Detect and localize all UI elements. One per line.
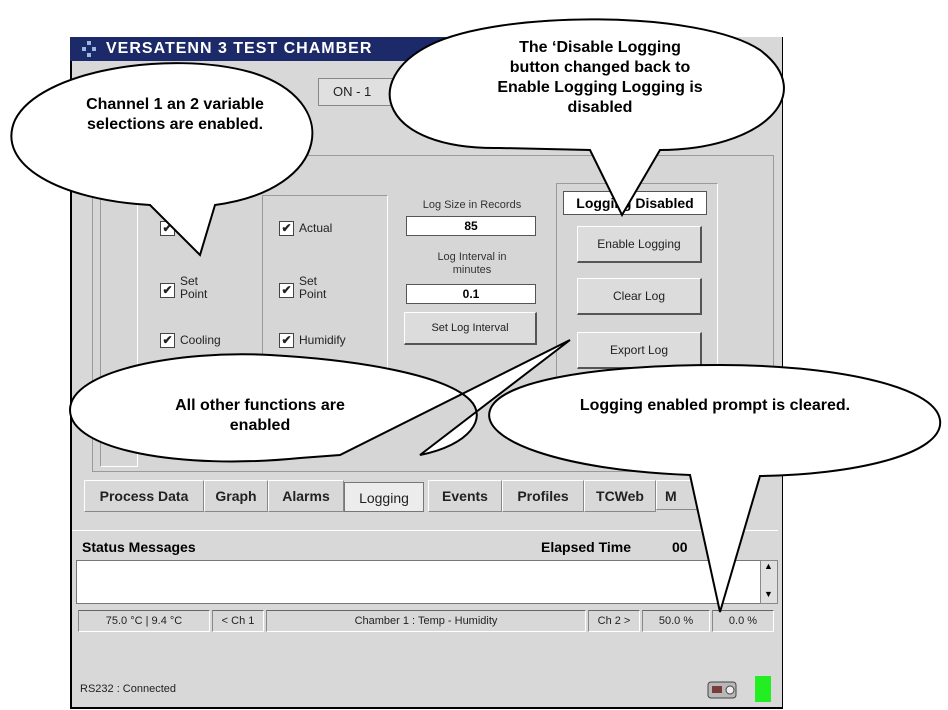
status-messages-label: Status Messages	[82, 539, 196, 555]
temperature-readout: 75.0 °C | 9.4 °C	[78, 610, 210, 632]
callout-3-text: All other functions are enabled	[175, 397, 345, 434]
ch1-button[interactable]: < Ch 1	[212, 610, 264, 632]
elapsed-time-value: 00	[672, 539, 688, 555]
app-icon	[82, 41, 96, 57]
ch1-set-point-label: Set Point	[180, 274, 208, 301]
scroll-up-icon[interactable]: ▲	[764, 561, 773, 571]
percent-readout-1: 50.0 %	[642, 610, 710, 632]
checkmark-icon: ✔	[160, 221, 175, 236]
ch1-cooling-label: Cooling	[180, 333, 221, 347]
tab-graph[interactable]: Graph	[204, 480, 268, 512]
tab-profiles[interactable]: Profiles	[502, 480, 584, 512]
ch2-actual-label: Actual	[299, 221, 333, 235]
power-on-label: ON - 1	[333, 84, 372, 99]
checkmark-icon: ✔	[279, 333, 294, 348]
connection-led	[755, 676, 771, 702]
connection-status: RS232 : Connected	[80, 683, 177, 695]
enable-logging-button[interactable]: Enable Logging	[577, 226, 702, 263]
callout-1-text: Channel 1 an 2 variable selections are e…	[86, 96, 264, 133]
percent-readout-2: 0.0 %	[712, 610, 774, 632]
tab-logging[interactable]: Logging	[344, 482, 424, 512]
tab-bar: Process Data Graph Alarms Logging Events…	[78, 478, 768, 514]
checkmark-icon: ✔	[160, 333, 175, 348]
log-size-field[interactable]: 85	[406, 216, 536, 236]
checkmark-icon: ✔	[279, 221, 294, 236]
scroll-down-icon[interactable]: ▼	[764, 589, 773, 599]
tab-tcweb[interactable]: TCWeb	[584, 480, 656, 512]
callout-2-text: The ‘Disable Logging button changed back…	[497, 39, 703, 116]
left-group	[100, 165, 138, 467]
callout-4-text: Logging enabled prompt is cleared.	[579, 397, 851, 414]
window-title: VERSATENN 3 TEST CHAMBER	[106, 40, 373, 57]
tab-events[interactable]: Events	[428, 480, 502, 512]
tab-alarms[interactable]: Alarms	[268, 480, 344, 512]
channel-status-bar: 75.0 °C | 9.4 °C < Ch 1 Chamber 1 : Temp…	[72, 608, 778, 634]
ch2-button[interactable]: Ch 2 >	[588, 610, 640, 632]
title-bar: VERSATENN 3 TEST CHAMBER	[70, 37, 490, 61]
checkmark-icon: ✔	[279, 283, 294, 298]
set-log-interval-button[interactable]: Set Log Interval	[404, 312, 537, 345]
tab-process-data[interactable]: Process Data	[84, 480, 204, 512]
logging-status-indicator: Logging Disabled	[563, 191, 707, 215]
ch2-humidify-label: Humidify	[299, 333, 346, 347]
chamber-label: Chamber 1 : Temp - Humidity	[266, 610, 586, 632]
elapsed-time-label: Elapsed Time	[541, 539, 632, 555]
log-interval-field[interactable]: 0.1	[406, 284, 536, 304]
status-header: Status Messages Elapsed Time 00	[72, 530, 778, 559]
status-scrollbar[interactable]: ▲ ▼	[760, 560, 778, 604]
checkmark-icon: ✔	[160, 283, 175, 298]
log-size-label: Log Size in Records	[422, 199, 522, 211]
clear-log-button[interactable]: Clear Log	[577, 278, 702, 315]
tab-more[interactable]: M	[656, 480, 716, 510]
status-messages-box[interactable]	[76, 560, 762, 604]
ch2-set-point-label: Set Point	[299, 274, 327, 301]
log-interval-label: Log Interval in minutes	[437, 251, 507, 276]
export-log-button[interactable]: Export Log	[577, 332, 702, 369]
power-on-button[interactable]: ON - 1	[318, 78, 394, 106]
serial-device-icon	[707, 681, 737, 699]
